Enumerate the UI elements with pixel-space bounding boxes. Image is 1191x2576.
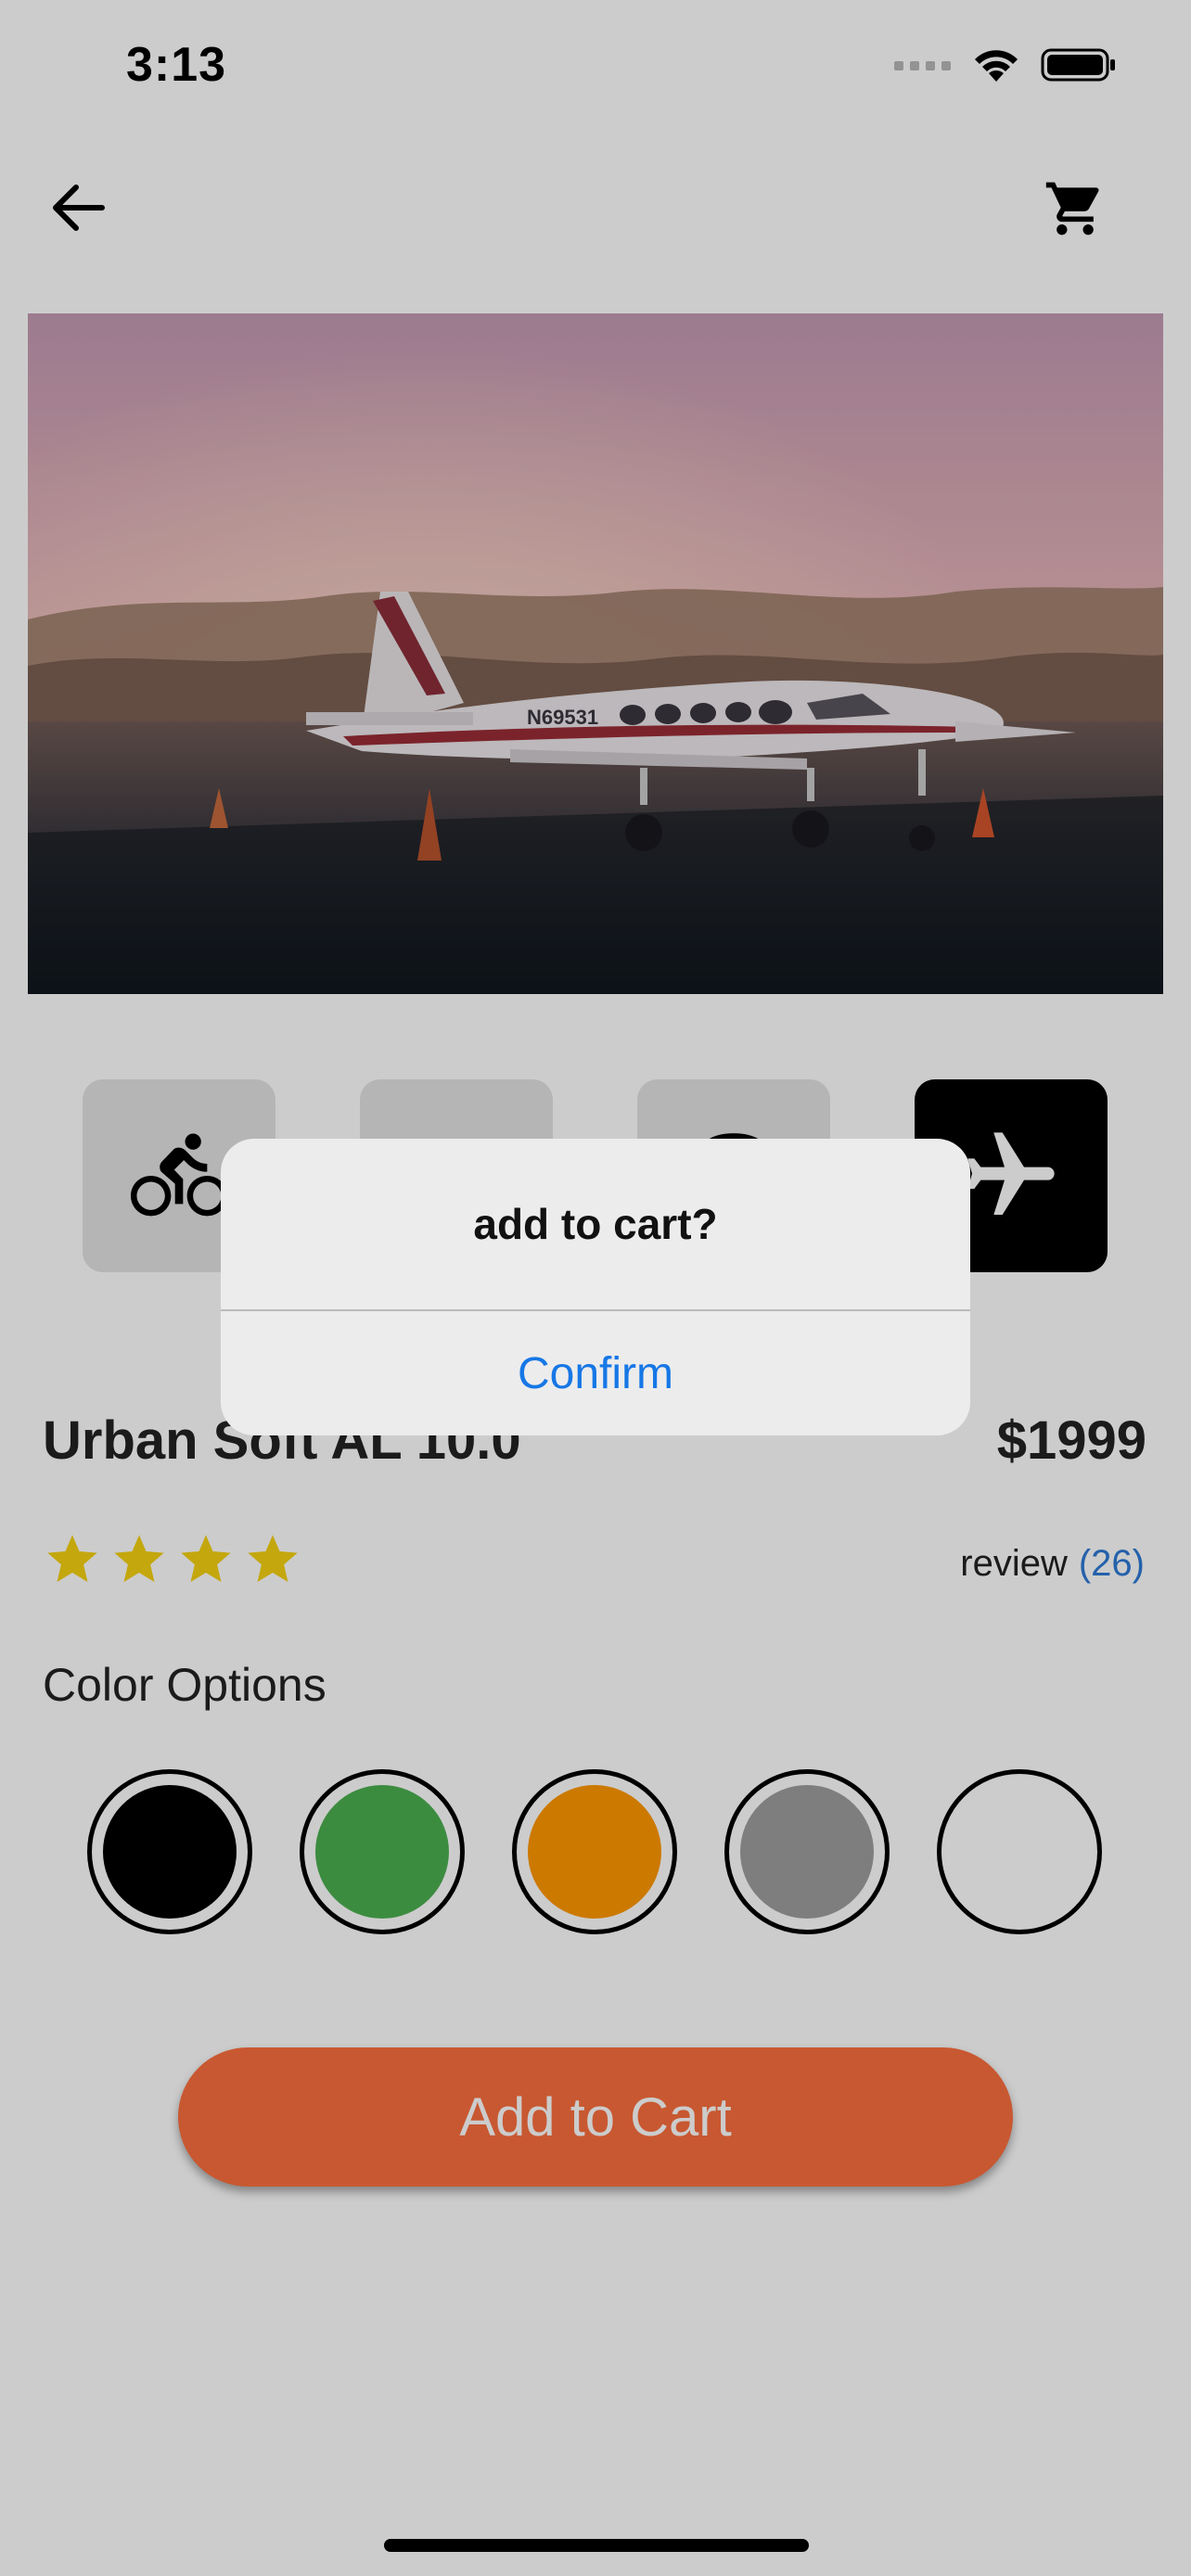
product-detail-screen: 3:13 N69531 Urban Soft AL 10.0 $1999 rev…: [0, 0, 1191, 2576]
add-to-cart-dialog: add to cart? Confirm: [221, 1139, 970, 1435]
confirm-button[interactable]: Confirm: [221, 1311, 970, 1435]
dialog-title: add to cart?: [473, 1200, 718, 1248]
